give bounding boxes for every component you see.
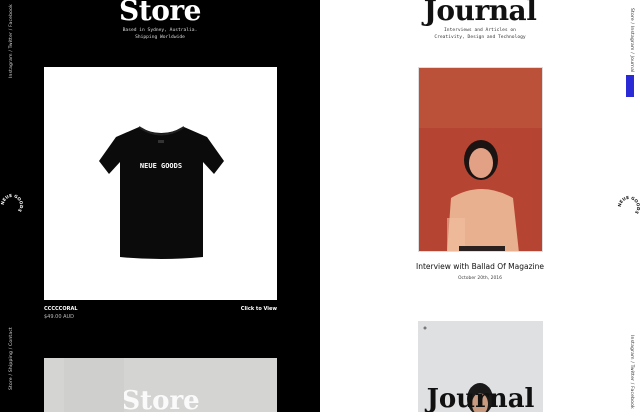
click-to-view-link[interactable]: Click to View — [241, 306, 277, 312]
product-price: $49.00 AUD — [44, 314, 75, 320]
journal-logo-text: NEUE GOODS — [617, 195, 640, 215]
tshirt-image: NEUE GOODS — [99, 126, 224, 259]
neue-goods-logo-icon-right[interactable]: NEUE GOODS — [617, 195, 640, 219]
product-card-next[interactable]: Store — [44, 358, 277, 412]
tshirt-print-text: NEUE GOODS — [140, 162, 182, 170]
product-name[interactable]: CCCCCORAL — [44, 306, 78, 312]
svg-text:NEUE GOODS: NEUE GOODS — [0, 193, 24, 213]
store-title[interactable]: Store — [0, 0, 320, 27]
journal-top-links[interactable]: Store / Instagram / Journal — [629, 8, 634, 73]
article-image[interactable] — [418, 67, 543, 252]
next-product-shape — [64, 358, 124, 412]
join-pill-button[interactable] — [626, 75, 634, 97]
store-panel: Store Based in Sydney, Australia. Shippi… — [0, 0, 320, 412]
store-logo-text: NEUE GOODS — [0, 193, 24, 213]
store-footer-links[interactable]: Store / Shipping / Contact — [9, 327, 14, 390]
neue-goods-logo-icon[interactable]: NEUE GOODS — [0, 193, 24, 217]
journal-bottom-links[interactable]: Instagram / Twitter / Facebook — [629, 335, 634, 409]
svg-text:NEUE GOODS: NEUE GOODS — [617, 195, 640, 215]
store-social-links[interactable]: Instagram / Twitter / Facebook — [9, 4, 14, 78]
product-card[interactable]: NEUE GOODS — [44, 67, 277, 300]
journal-tagline: Interviews and Articles on Creativity, D… — [434, 28, 526, 40]
store-tagline: Based in Sydney, Australia. Shipping Wor… — [122, 28, 198, 40]
article-title[interactable]: Interview with Ballad Of Magazine — [320, 262, 640, 271]
next-article-overlay-text: Journal — [426, 384, 535, 412]
journal-title[interactable]: Journal — [320, 0, 640, 27]
article-date: October 20th, 2016 — [457, 276, 503, 281]
portrait-photo — [419, 68, 542, 251]
article-image-next[interactable]: Journal — [418, 321, 543, 412]
